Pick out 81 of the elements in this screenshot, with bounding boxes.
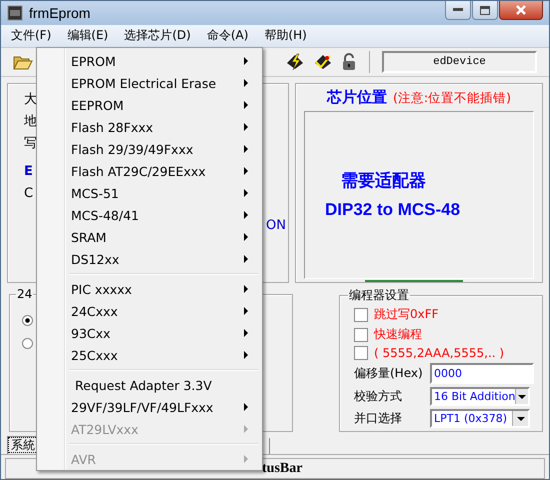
port-dropdown[interactable]: LPT1 (0x378) <box>430 409 530 428</box>
close-button[interactable] <box>499 1 543 20</box>
submenu-arrow-icon <box>244 425 248 433</box>
group-label: 编程器设置 <box>348 287 410 304</box>
info-text: ON <box>266 218 286 232</box>
info-text: 写 <box>24 136 37 152</box>
submenu-arrow-icon <box>244 255 248 263</box>
checkbox[interactable] <box>354 328 368 342</box>
menu-item[interactable]: MCS-51 <box>39 182 260 204</box>
chip-lightning-icon[interactable] <box>285 52 305 71</box>
menu-item[interactable]: 文件(F) <box>5 25 58 46</box>
maximize-button[interactable] <box>472 1 498 20</box>
menu-item[interactable]: EEPROM <box>39 94 260 116</box>
offset-field[interactable]: 0000 <box>430 363 534 384</box>
close-icon <box>516 5 526 15</box>
info-text: E <box>24 164 33 180</box>
offset-label: 偏移量(Hex) <box>354 365 424 382</box>
info-text: 大 <box>24 92 37 108</box>
radio-button[interactable] <box>22 338 33 350</box>
submenu-arrow-icon <box>244 233 248 241</box>
menu-item[interactable]: 命令(A) <box>200 25 254 46</box>
submenu-arrow-icon <box>244 145 248 153</box>
warning-text: (注意:位置不能插错) <box>393 90 511 106</box>
submenu-arrow-icon <box>244 403 248 411</box>
menu-item[interactable]: 选择芯片(D) <box>118 25 197 46</box>
menu-item[interactable]: Request Adapter 3.3V <box>39 374 260 396</box>
menu-item[interactable]: PIC xxxxx <box>39 278 260 300</box>
info-text: C <box>24 186 34 202</box>
menu-item[interactable]: EPROM <box>39 50 260 72</box>
menu-item[interactable]: 25Cxxx <box>39 344 260 366</box>
group-label: 24 <box>16 287 34 302</box>
chip-position-title: 芯片位置 <box>327 88 388 106</box>
dropdown-arrow-icon <box>516 416 524 421</box>
menu-item[interactable]: Flash 28Fxxx <box>39 116 260 138</box>
menu-item[interactable]: Flash AT29C/29EExxx <box>39 160 260 182</box>
open-folder-icon[interactable] <box>13 54 33 70</box>
checkbox-label: 快速编程 <box>374 326 422 344</box>
minimize-button[interactable] <box>445 1 471 20</box>
maximize-icon <box>480 6 490 14</box>
submenu-arrow-icon <box>244 329 248 337</box>
menu-item[interactable]: 29VF/39LF/VF/49LFxxx <box>39 396 260 418</box>
info-text: 地 <box>24 114 37 130</box>
submenu-arrow-icon <box>244 211 248 219</box>
device-field[interactable]: edDevice <box>382 50 537 73</box>
menu-item[interactable]: EPROM Electrical Erase <box>39 72 260 94</box>
tab[interactable]: 系統 <box>7 436 39 454</box>
submenu-arrow-icon <box>244 101 248 109</box>
verify-dropdown[interactable]: 16 Bit Addition <box>430 387 530 406</box>
menu-item[interactable]: MCS-48/41 <box>39 204 260 226</box>
menu-item[interactable]: DS12xx <box>39 248 260 270</box>
status-text: tusBar <box>262 460 302 477</box>
menu-item[interactable]: SRAM <box>39 226 260 248</box>
submenu-arrow-icon <box>244 455 248 463</box>
submenu-arrow-icon <box>244 285 248 293</box>
verify-label: 校验方式 <box>354 388 403 406</box>
menu-item[interactable]: 编辑(E) <box>61 25 114 46</box>
checkbox[interactable] <box>354 346 368 360</box>
submenu-arrow-icon <box>244 351 248 359</box>
app-icon <box>7 4 23 21</box>
minimize-icon <box>453 8 463 12</box>
submenu-arrow-icon <box>244 307 248 315</box>
submenu-arrow-icon <box>244 189 248 197</box>
submenu-arrow-icon <box>244 167 248 175</box>
checkbox-label: ( 5555,2AAA,5555,.. ) <box>374 346 504 360</box>
menu-item[interactable]: Flash 29/39/49Fxxx <box>39 138 260 160</box>
window-title: frmEprom <box>29 4 92 21</box>
menu-item[interactable]: 93Cxx <box>39 322 260 344</box>
checkbox[interactable] <box>354 308 368 322</box>
adapter-text: 需要适配器 <box>341 170 426 192</box>
submenu-arrow-icon <box>244 123 248 131</box>
dropdown-arrow-icon <box>518 394 526 399</box>
menu-item[interactable]: 帮助(H) <box>258 25 313 46</box>
submenu-arrow-icon <box>244 57 248 65</box>
checkbox-label: 跳过写0xFF <box>374 306 439 324</box>
chip-check-icon[interactable] <box>313 52 333 71</box>
submenu-arrow-icon <box>244 79 248 87</box>
adapter-name: DIP32 to MCS-48 <box>325 200 460 220</box>
menu-item[interactable]: 24Cxxx <box>39 300 260 322</box>
port-label: 并口选择 <box>354 410 403 428</box>
radio-button[interactable] <box>22 315 33 326</box>
lock-icon[interactable] <box>341 52 357 71</box>
